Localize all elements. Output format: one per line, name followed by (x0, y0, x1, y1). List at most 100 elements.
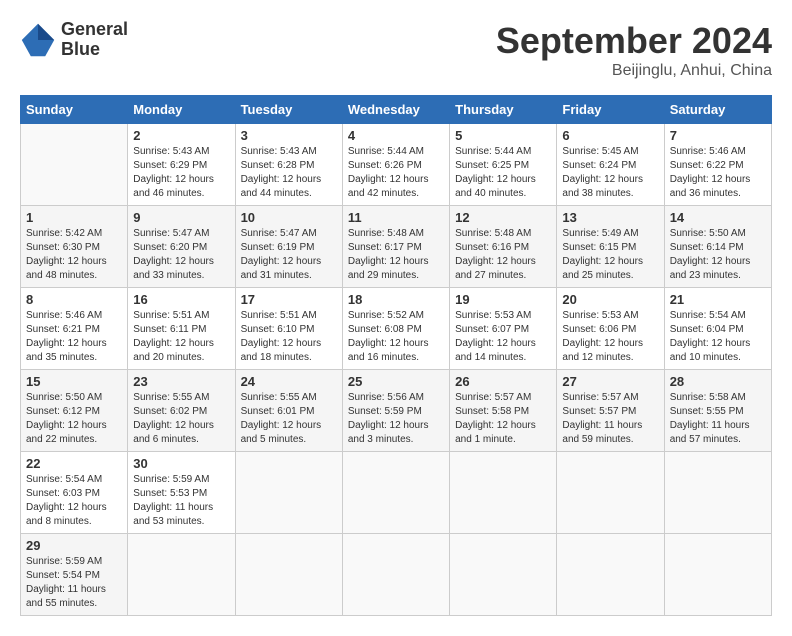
day-number: 14 (670, 210, 766, 225)
day-info: Sunrise: 5:55 AM Sunset: 6:02 PM Dayligh… (133, 391, 229, 447)
day-info: Sunrise: 5:44 AM Sunset: 6:25 PM Dayligh… (455, 145, 551, 201)
column-header-friday: Friday (557, 96, 664, 124)
calendar-week-3: 8Sunrise: 5:46 AM Sunset: 6:21 PM Daylig… (21, 288, 772, 370)
day-number: 9 (133, 210, 229, 225)
day-number: 22 (26, 456, 122, 471)
calendar-cell: 21 Sunrise: 5:54 AM Sunset: 6:04 PM Dayli… (664, 288, 771, 370)
column-header-thursday: Thursday (450, 96, 557, 124)
calendar-cell: 8Sunrise: 5:46 AM Sunset: 6:21 PM Daylig… (21, 288, 128, 370)
day-number: 30 (133, 456, 229, 471)
day-info: Sunrise: 5:59 AM Sunset: 5:54 PM Dayligh… (26, 555, 122, 611)
calendar-cell: 2Sunrise: 5:43 AM Sunset: 6:29 PM Daylig… (128, 124, 235, 206)
column-header-sunday: Sunday (21, 96, 128, 124)
calendar-cell (235, 534, 342, 616)
day-info: Sunrise: 5:45 AM Sunset: 6:24 PM Dayligh… (562, 145, 658, 201)
calendar-week-2: 1Sunrise: 5:42 AM Sunset: 6:30 PM Daylig… (21, 206, 772, 288)
day-number: 1 (26, 210, 122, 225)
calendar-cell: 9 Sunrise: 5:47 AM Sunset: 6:20 PM Daylig… (128, 206, 235, 288)
calendar-cell: 19 Sunrise: 5:53 AM Sunset: 6:07 PM Dayli… (450, 288, 557, 370)
day-number: 29 (26, 538, 122, 553)
day-number: 24 (241, 374, 337, 389)
day-info: Sunrise: 5:59 AM Sunset: 5:53 PM Dayligh… (133, 473, 229, 529)
calendar-week-5: 22Sunrise: 5:54 AM Sunset: 6:03 PM Dayli… (21, 452, 772, 534)
day-info: Sunrise: 5:47 AM Sunset: 6:19 PM Dayligh… (241, 227, 337, 283)
day-number: 26 (455, 374, 551, 389)
day-number: 10 (241, 210, 337, 225)
day-number: 4 (348, 128, 444, 143)
calendar-cell (450, 452, 557, 534)
month-title: September 2024 (496, 20, 772, 62)
calendar-cell: 16 Sunrise: 5:51 AM Sunset: 6:11 PM Dayli… (128, 288, 235, 370)
calendar-cell: 23 Sunrise: 5:55 AM Sunset: 6:02 PM Dayli… (128, 370, 235, 452)
column-header-wednesday: Wednesday (342, 96, 449, 124)
calendar-cell (342, 534, 449, 616)
calendar-cell: 25Sunrise: 5:56 AM Sunset: 5:59 PM Dayli… (342, 370, 449, 452)
calendar-cell: 5Sunrise: 5:44 AM Sunset: 6:25 PM Daylig… (450, 124, 557, 206)
day-info: Sunrise: 5:48 AM Sunset: 6:17 PM Dayligh… (348, 227, 444, 283)
calendar-cell (235, 452, 342, 534)
calendar-week-4: 15Sunrise: 5:50 AM Sunset: 6:12 PM Dayli… (21, 370, 772, 452)
calendar-cell: 17Sunrise: 5:51 AM Sunset: 6:10 PM Dayli… (235, 288, 342, 370)
day-info: Sunrise: 5:44 AM Sunset: 6:26 PM Dayligh… (348, 145, 444, 201)
day-number: 8 (26, 292, 122, 307)
page-header: General Blue September 2024 Beijinglu, A… (20, 20, 772, 80)
day-number: 11 (348, 210, 444, 225)
calendar-cell: 7 Sunrise: 5:46 AM Sunset: 6:22 PM Daylig… (664, 124, 771, 206)
day-info: Sunrise: 5:49 AM Sunset: 6:15 PM Dayligh… (562, 227, 658, 283)
day-info: Sunrise: 5:43 AM Sunset: 6:28 PM Dayligh… (241, 145, 337, 201)
day-number: 20 (562, 292, 658, 307)
calendar-cell (450, 534, 557, 616)
day-info: Sunrise: 5:58 AM Sunset: 5:55 PM Dayligh… (670, 391, 766, 447)
day-info: Sunrise: 5:55 AM Sunset: 6:01 PM Dayligh… (241, 391, 337, 447)
calendar-cell: 10 Sunrise: 5:47 AM Sunset: 6:19 PM Dayli… (235, 206, 342, 288)
calendar-cell (557, 452, 664, 534)
day-number: 19 (455, 292, 551, 307)
day-info: Sunrise: 5:53 AM Sunset: 6:07 PM Dayligh… (455, 309, 551, 365)
day-info: Sunrise: 5:48 AM Sunset: 6:16 PM Dayligh… (455, 227, 551, 283)
calendar-cell: 20Sunrise: 5:53 AM Sunset: 6:06 PM Dayli… (557, 288, 664, 370)
calendar-cell: 1Sunrise: 5:42 AM Sunset: 6:30 PM Daylig… (21, 206, 128, 288)
calendar-cell (342, 452, 449, 534)
day-number: 16 (133, 292, 229, 307)
logo-text: General Blue (61, 20, 128, 60)
calendar-cell: 29 Sunrise: 5:59 AM Sunset: 5:54 PM Dayli… (21, 534, 128, 616)
day-info: Sunrise: 5:47 AM Sunset: 6:20 PM Dayligh… (133, 227, 229, 283)
calendar-cell (557, 534, 664, 616)
day-info: Sunrise: 5:52 AM Sunset: 6:08 PM Dayligh… (348, 309, 444, 365)
day-number: 7 (670, 128, 766, 143)
day-number: 18 (348, 292, 444, 307)
calendar-cell: 11 Sunrise: 5:48 AM Sunset: 6:17 PM Dayli… (342, 206, 449, 288)
day-number: 15 (26, 374, 122, 389)
day-number: 25 (348, 374, 444, 389)
day-number: 17 (241, 292, 337, 307)
calendar-cell: 18 Sunrise: 5:52 AM Sunset: 6:08 PM Dayli… (342, 288, 449, 370)
day-info: Sunrise: 5:57 AM Sunset: 5:57 PM Dayligh… (562, 391, 658, 447)
calendar-cell (21, 124, 128, 206)
day-number: 6 (562, 128, 658, 143)
day-number: 23 (133, 374, 229, 389)
day-info: Sunrise: 5:51 AM Sunset: 6:11 PM Dayligh… (133, 309, 229, 365)
day-number: 13 (562, 210, 658, 225)
calendar-cell: 13 Sunrise: 5:49 AM Sunset: 6:15 PM Dayli… (557, 206, 664, 288)
calendar-cell: 26Sunrise: 5:57 AM Sunset: 5:58 PM Dayli… (450, 370, 557, 452)
logo: General Blue (20, 20, 128, 60)
day-number: 27 (562, 374, 658, 389)
day-number: 3 (241, 128, 337, 143)
title-block: September 2024 Beijinglu, Anhui, China (496, 20, 772, 80)
calendar-cell: 4 Sunrise: 5:44 AM Sunset: 6:26 PM Daylig… (342, 124, 449, 206)
day-info: Sunrise: 5:54 AM Sunset: 6:04 PM Dayligh… (670, 309, 766, 365)
calendar-cell: 3 Sunrise: 5:43 AM Sunset: 6:28 PM Daylig… (235, 124, 342, 206)
day-number: 21 (670, 292, 766, 307)
column-header-monday: Monday (128, 96, 235, 124)
calendar-cell (664, 534, 771, 616)
logo-icon (20, 22, 56, 58)
calendar-cell (128, 534, 235, 616)
calendar-table: SundayMondayTuesdayWednesdayThursdayFrid… (20, 95, 772, 616)
day-info: Sunrise: 5:46 AM Sunset: 6:22 PM Dayligh… (670, 145, 766, 201)
calendar-cell (664, 452, 771, 534)
calendar-cell: 27 Sunrise: 5:57 AM Sunset: 5:57 PM Dayli… (557, 370, 664, 452)
day-number: 28 (670, 374, 766, 389)
calendar-cell: 30 Sunrise: 5:59 AM Sunset: 5:53 PM Dayli… (128, 452, 235, 534)
location-subtitle: Beijinglu, Anhui, China (496, 62, 772, 80)
calendar-week-1: 2Sunrise: 5:43 AM Sunset: 6:29 PM Daylig… (21, 124, 772, 206)
